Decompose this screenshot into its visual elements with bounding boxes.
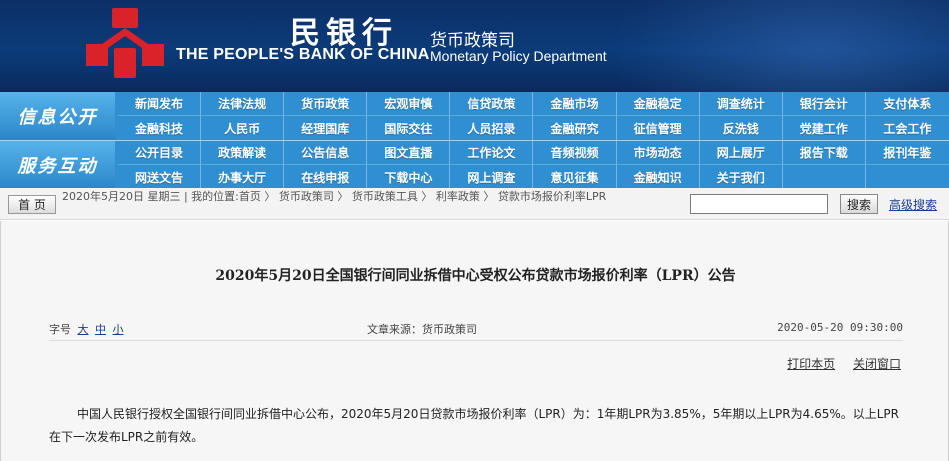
nav-grid-service: 公开目录 政策解读 公告信息 图文直播 工作论文 音频视频 市场动态 网上展厅 报告下载 报刊年鉴…: [118, 141, 949, 189]
nav-item[interactable]: 意见征集: [533, 165, 617, 189]
nav-item[interactable]: 网上调查: [450, 165, 534, 189]
font-size-label: 字号: [49, 323, 71, 336]
nav-item[interactable]: 公开目录: [118, 141, 202, 165]
header-glow: [609, 0, 949, 92]
nav-item[interactable]: 关于我们: [700, 165, 783, 189]
home-button[interactable]: 首 页: [8, 195, 56, 214]
nav-item[interactable]: 国际交往: [367, 116, 451, 140]
nav-item[interactable]: 金融市场: [533, 92, 617, 116]
nav-item[interactable]: 报刊年鉴: [865, 141, 949, 165]
nav-item[interactable]: 公告信息: [284, 141, 368, 165]
font-large-link[interactable]: 大: [78, 323, 89, 336]
article-title: 2020年5月20日全国银行间同业拆借中心受权公布贷款市场报价利率（LPR）公告: [215, 268, 736, 284]
nav-item[interactable]: 政策解读: [201, 141, 285, 165]
nav-item[interactable]: 市场动态: [616, 141, 700, 165]
nav-section-service: 服务互动 公开目录 政策解读 公告信息 图文直播 工作论文 音频视频 市场动态 网上展厅 报告下…: [0, 140, 949, 189]
nav-grid-info: 新闻发布 法律法规 货币政策 宏观审慎 信贷政策 金融市场 金融稳定 调查统计 银行会计 支付体系…: [118, 92, 949, 140]
nav-section-title-info: 信息公开: [0, 92, 115, 140]
nav-item[interactable]: 党建工作: [783, 116, 866, 140]
font-size-controls: 字号 大 中 小: [49, 321, 124, 337]
nav-item[interactable]: 支付体系: [865, 92, 949, 116]
nav-item[interactable]: 下载中心: [367, 165, 451, 189]
breadcrumb: 2020年5月20日 星期三 | 我的位置:首页 〉 货币政策司 〉 货币政策工…: [62, 190, 607, 203]
article-meta: 字号 大 中 小 文章来源：货币政策司 2020-05-20 09:30:00: [49, 319, 903, 341]
nav-item[interactable]: 工会工作: [866, 116, 949, 140]
print-page-link[interactable]: 打印本页: [787, 357, 835, 371]
nav-item[interactable]: 新闻发布: [118, 92, 202, 116]
nav-item[interactable]: 办事大厅: [201, 165, 285, 189]
nav-item[interactable]: 货币政策: [284, 92, 368, 116]
nav-item[interactable]: 在线申报: [284, 165, 368, 189]
pboc-logo-icon[interactable]: [86, 8, 164, 78]
department-english-name: Monetary Policy Department: [430, 48, 607, 64]
site-header: 民银行 THE PEOPLE'S BANK OF CHINA 货币政策司 Mon…: [0, 0, 949, 92]
article-date: 2020-05-20 09:30:00: [777, 321, 903, 334]
nav-item[interactable]: 反洗钱: [700, 116, 783, 140]
advanced-search-link[interactable]: 高级搜索: [889, 196, 937, 213]
font-medium-link[interactable]: 中: [95, 323, 106, 336]
article-source: 文章来源：货币政策司: [367, 323, 477, 336]
nav-item[interactable]: 金融稳定: [616, 92, 700, 116]
nav-item[interactable]: 人民币: [201, 116, 285, 140]
nav-item[interactable]: 网送文告: [118, 165, 202, 189]
nav-item[interactable]: 宏观审慎: [367, 92, 451, 116]
nav-item: [866, 165, 949, 189]
nav-item[interactable]: 信贷政策: [450, 92, 534, 116]
nav-item[interactable]: 调查统计: [699, 92, 783, 116]
nav-section-info: 信息公开 新闻发布 法律法规 货币政策 宏观审慎 信贷政策 金融市场 金融稳定 调查统计 银行会…: [0, 92, 949, 140]
article-container: 2020年5月20日全国银行间同业拆借中心受权公布贷款市场报价利率（LPR）公告…: [0, 221, 949, 461]
font-small-link[interactable]: 小: [113, 323, 124, 336]
nav-item[interactable]: 音频视频: [533, 141, 617, 165]
nav-item[interactable]: 法律法规: [201, 92, 285, 116]
nav-item[interactable]: 工作论文: [450, 141, 534, 165]
breadcrumb-bar: 首 页 2020年5月20日 星期三 | 我的位置:首页 〉 货币政策司 〉 货…: [0, 188, 949, 220]
nav-item[interactable]: 征信管理: [617, 116, 700, 140]
search-button[interactable]: 搜索: [840, 194, 878, 214]
main-navigation: 信息公开 新闻发布 法律法规 货币政策 宏观审慎 信贷政策 金融市场 金融稳定 调查统计 银行会…: [0, 92, 949, 189]
nav-item[interactable]: 金融研究: [533, 116, 617, 140]
nav-item[interactable]: 金融知识: [617, 165, 700, 189]
close-window-link[interactable]: 关闭窗口: [853, 357, 901, 371]
nav-item[interactable]: 金融科技: [118, 116, 202, 140]
nav-item[interactable]: 网上展厅: [699, 141, 783, 165]
brand-english-name: THE PEOPLE'S BANK OF CHINA: [176, 46, 430, 63]
nav-item[interactable]: 银行会计: [782, 92, 866, 116]
article-actions: 打印本页 关闭窗口: [773, 355, 901, 372]
article-body: 中国人民银行授权全国银行间同业拆借中心公布，2020年5月20日贷款市场报价利率…: [49, 407, 899, 444]
nav-item[interactable]: 报告下载: [782, 141, 866, 165]
nav-item[interactable]: 图文直播: [367, 141, 451, 165]
nav-item[interactable]: 人员招录: [450, 116, 534, 140]
nav-item[interactable]: 经理国库: [284, 116, 368, 140]
search-input[interactable]: [690, 194, 828, 214]
nav-item: [783, 165, 866, 189]
nav-section-title-service: 服务互动: [0, 141, 115, 189]
